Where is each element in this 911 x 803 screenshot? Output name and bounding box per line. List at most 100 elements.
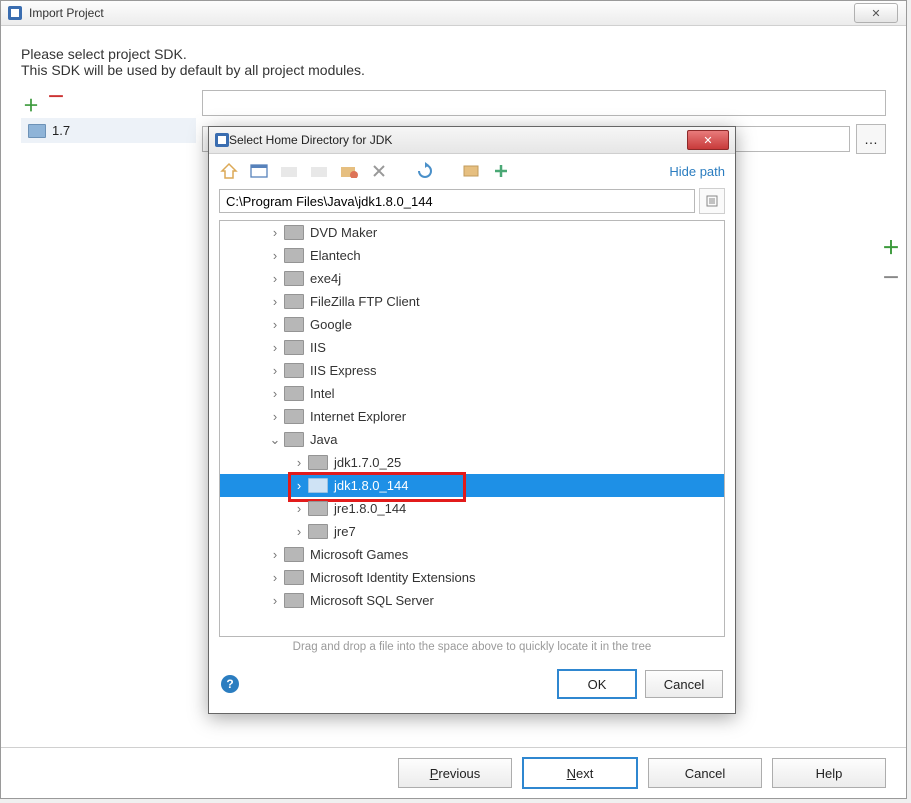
tree-row-label: IIS Express — [310, 363, 376, 378]
remove-classpath-icon[interactable]: － — [882, 264, 900, 290]
btn-next-rest: ext — [576, 766, 593, 781]
tree-row[interactable]: › jre1.8.0_144 — [220, 497, 724, 520]
tree-row-label: Microsoft Identity Extensions — [310, 570, 475, 585]
remove-sdk-icon[interactable]: － — [47, 92, 65, 116]
dialog-title: Select Home Directory for JDK — [229, 133, 392, 147]
home-icon[interactable] — [219, 161, 239, 181]
sdk-tree: ＋ － 1.7 — [21, 90, 196, 154]
classpath-side-tools: ＋ － — [882, 234, 900, 290]
new-folder-icon[interactable] — [339, 161, 359, 181]
tree-row[interactable]: ›jre7 — [220, 520, 724, 543]
page-subheading: This SDK will be used by default by all … — [21, 62, 886, 78]
page-heading: Please select project SDK. — [21, 46, 886, 62]
tree-row[interactable]: › Microsoft SQL Server — [220, 589, 724, 612]
expand-arrow-icon[interactable]: › — [268, 271, 282, 286]
folder-icon — [284, 340, 304, 355]
tree-row[interactable]: › IIS Express — [220, 359, 724, 382]
tree-row[interactable]: › Internet Explorer — [220, 405, 724, 428]
tree-row-label: IIS — [310, 340, 326, 355]
path-input[interactable] — [219, 189, 695, 213]
folder-icon — [284, 386, 304, 401]
dialog-close-button[interactable]: ✕ — [687, 130, 729, 150]
help-icon[interactable]: ? — [221, 675, 239, 693]
next-button[interactable]: Next — [522, 757, 638, 789]
tree-row-label: jdk1.7.0_25 — [334, 455, 401, 470]
expand-arrow-icon[interactable]: › — [292, 501, 306, 516]
tree-row-label: jdk1.8.0_144 — [334, 478, 408, 493]
cancel-button[interactable]: Cancel — [645, 670, 723, 698]
ok-button[interactable]: OK — [557, 669, 637, 699]
path-history-button[interactable] — [699, 188, 725, 214]
tree-row[interactable]: › Elantech — [220, 244, 724, 267]
add-sdk-icon[interactable]: ＋ — [23, 92, 39, 116]
expand-arrow-icon[interactable]: › — [268, 409, 282, 424]
refresh-icon[interactable] — [415, 161, 435, 181]
expand-arrow-icon[interactable]: › — [292, 455, 306, 470]
titlebar: Import Project ✕ — [1, 1, 906, 26]
tree-row-label: Internet Explorer — [310, 409, 406, 424]
tree-row[interactable]: ›Google — [220, 313, 724, 336]
tree-row[interactable]: ›Microsoft Games — [220, 543, 724, 566]
expand-arrow-icon[interactable]: › — [268, 363, 282, 378]
tree-row-label: Microsoft SQL Server — [310, 593, 434, 608]
expand-arrow-icon[interactable]: › — [268, 225, 282, 240]
tree-row[interactable]: › FileZilla FTP Client — [220, 290, 724, 313]
dialog-hint: Drag and drop a file into the space abov… — [209, 637, 735, 661]
folder-icon — [308, 455, 328, 470]
folder-icon — [284, 363, 304, 378]
folder-icon — [284, 317, 304, 332]
import-project-window: Import Project ✕ Please select project S… — [0, 0, 907, 799]
help-wizard-button[interactable]: Help — [772, 758, 886, 788]
folder-icon — [284, 593, 304, 608]
cancel-wizard-button[interactable]: Cancel — [648, 758, 762, 788]
tree-row[interactable]: ›DVD Maker — [220, 221, 724, 244]
tree-row[interactable]: › jdk1.7.0_25 — [220, 451, 724, 474]
tree-scrollarea[interactable]: ›DVD Maker›Elantech›exe4j›FileZilla FTP … — [220, 221, 724, 636]
select-home-dialog: Select Home Directory for JDK ✕ Hide pat… — [208, 126, 736, 714]
expand-arrow-icon[interactable]: › — [268, 570, 282, 585]
desktop-icon[interactable] — [249, 161, 269, 181]
tree-row-label: Intel — [310, 386, 335, 401]
expand-arrow-icon[interactable]: ⌄ — [268, 432, 282, 448]
sdk-list-item[interactable]: 1.7 — [21, 118, 196, 143]
expand-arrow-icon[interactable]: › — [268, 386, 282, 401]
expand-arrow-icon[interactable]: › — [268, 248, 282, 263]
add-classpath-icon[interactable]: ＋ — [882, 234, 900, 260]
sdk-name-input[interactable] — [202, 90, 886, 116]
expand-arrow-icon[interactable]: › — [268, 340, 282, 355]
sdk-item-label: 1.7 — [52, 123, 70, 138]
folder-icon — [308, 524, 328, 539]
tree-row[interactable]: › IIS — [220, 336, 724, 359]
wizard-footer: Previous Next Cancel Help — [1, 747, 906, 798]
expand-arrow-icon[interactable]: › — [292, 524, 306, 539]
tree-row[interactable]: ⌄ Java — [220, 428, 724, 451]
folder-icon — [284, 271, 304, 286]
tree-row[interactable]: › jdk1.8.0_144 — [220, 474, 724, 497]
folder-icon — [284, 409, 304, 424]
expand-arrow-icon[interactable]: › — [268, 317, 282, 332]
tree-row-label: jre1.8.0_144 — [334, 501, 406, 516]
delete-icon[interactable] — [369, 161, 389, 181]
tree-row-label: exe4j — [310, 271, 341, 286]
show-hidden-icon[interactable] — [461, 161, 481, 181]
expand-arrow-icon[interactable]: › — [268, 294, 282, 309]
previous-button[interactable]: Previous — [398, 758, 512, 788]
browse-button[interactable]: … — [856, 124, 886, 154]
folder-icon — [284, 547, 304, 562]
add-path-icon[interactable] — [491, 161, 511, 181]
tree-row[interactable]: › Intel — [220, 382, 724, 405]
folder-icon — [28, 124, 46, 138]
tree-row-label: Elantech — [310, 248, 361, 263]
expand-arrow-icon[interactable]: › — [268, 547, 282, 562]
tree-row-label: Java — [310, 432, 337, 447]
expand-arrow-icon[interactable]: › — [292, 478, 306, 493]
hide-path-link[interactable]: Hide path — [669, 164, 725, 179]
directory-tree: ›DVD Maker›Elantech›exe4j›FileZilla FTP … — [219, 220, 725, 637]
tree-row[interactable]: › Microsoft Identity Extensions — [220, 566, 724, 589]
project-icon[interactable] — [279, 161, 299, 181]
tree-row[interactable]: › exe4j — [220, 267, 724, 290]
module-icon[interactable] — [309, 161, 329, 181]
expand-arrow-icon[interactable]: › — [268, 593, 282, 608]
window-close-button[interactable]: ✕ — [854, 3, 898, 23]
tree-row-label: FileZilla FTP Client — [310, 294, 420, 309]
